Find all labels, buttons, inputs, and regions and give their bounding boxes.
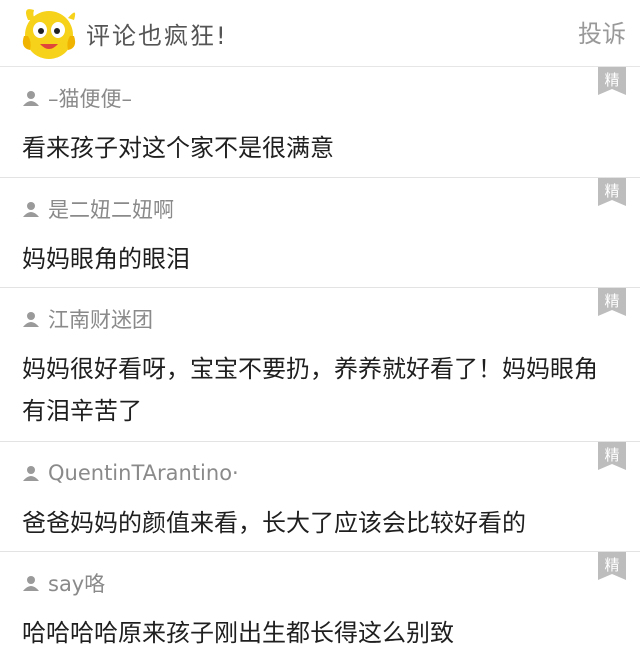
featured-badge-label: 精: [604, 182, 619, 200]
featured-badge-icon: 精: [598, 552, 626, 580]
comments-header: 评论也疯狂! 投诉: [0, 0, 640, 67]
comment-item: QuentinTArantino· 爸爸妈妈的颜值来看，长大了应该会比较好看的 …: [0, 442, 640, 552]
featured-badge-icon: 精: [598, 442, 626, 470]
comment-text: 妈妈很好看呀，宝宝不要扔，养养就好看了！妈妈眼角有泪辛苦了: [22, 355, 598, 425]
comment-text: 看来孩子对这个家不是很满意: [22, 134, 334, 162]
comment-item: say咯 哈哈哈哈原来孩子刚出生都长得这么别致 精: [0, 552, 640, 652]
mascot-logo-icon: [22, 9, 76, 59]
comment-username[interactable]: 江南财迷团: [48, 304, 153, 334]
user-icon: [23, 312, 39, 327]
featured-badge-icon: 精: [598, 178, 626, 206]
header-title: 评论也疯狂!: [86, 22, 228, 50]
user-icon: [23, 576, 39, 591]
featured-badge-label: 精: [604, 556, 619, 574]
comment-user-row: QuentinTArantino·: [22, 442, 620, 488]
featured-badge-label: 精: [604, 292, 619, 310]
featured-badge-icon: 精: [598, 67, 626, 95]
comment-user-row: 江南财迷团: [22, 288, 620, 334]
user-icon: [23, 202, 39, 217]
comment-username[interactable]: 是二妞二妞啊: [48, 194, 174, 224]
comment-text: 妈妈眼角的眼泪: [22, 245, 190, 273]
comment-username[interactable]: –猫便便–: [48, 83, 132, 113]
comment-text: 哈哈哈哈原来孩子刚出生都长得这么别致: [22, 619, 454, 647]
comment-username[interactable]: say咯: [48, 568, 105, 598]
comment-item: –猫便便– 看来孩子对这个家不是很满意 精: [0, 67, 640, 178]
featured-badge-label: 精: [604, 446, 619, 464]
user-icon: [23, 91, 39, 106]
comment-user-row: 是二妞二妞啊: [22, 178, 620, 224]
user-icon: [23, 466, 39, 481]
featured-badge-label: 精: [604, 71, 619, 89]
comment-item: 是二妞二妞啊 妈妈眼角的眼泪 精: [0, 178, 640, 288]
report-button[interactable]: 投诉: [578, 14, 626, 49]
featured-badge-icon: 精: [598, 288, 626, 316]
comment-user-row: –猫便便–: [22, 67, 620, 113]
comment-text: 爸爸妈妈的颜值来看，长大了应该会比较好看的: [22, 509, 526, 537]
comment-username[interactable]: QuentinTArantino·: [48, 461, 239, 485]
comment-user-row: say咯: [22, 552, 620, 598]
comment-item: 江南财迷团 妈妈很好看呀，宝宝不要扔，养养就好看了！妈妈眼角有泪辛苦了 精: [0, 288, 640, 442]
